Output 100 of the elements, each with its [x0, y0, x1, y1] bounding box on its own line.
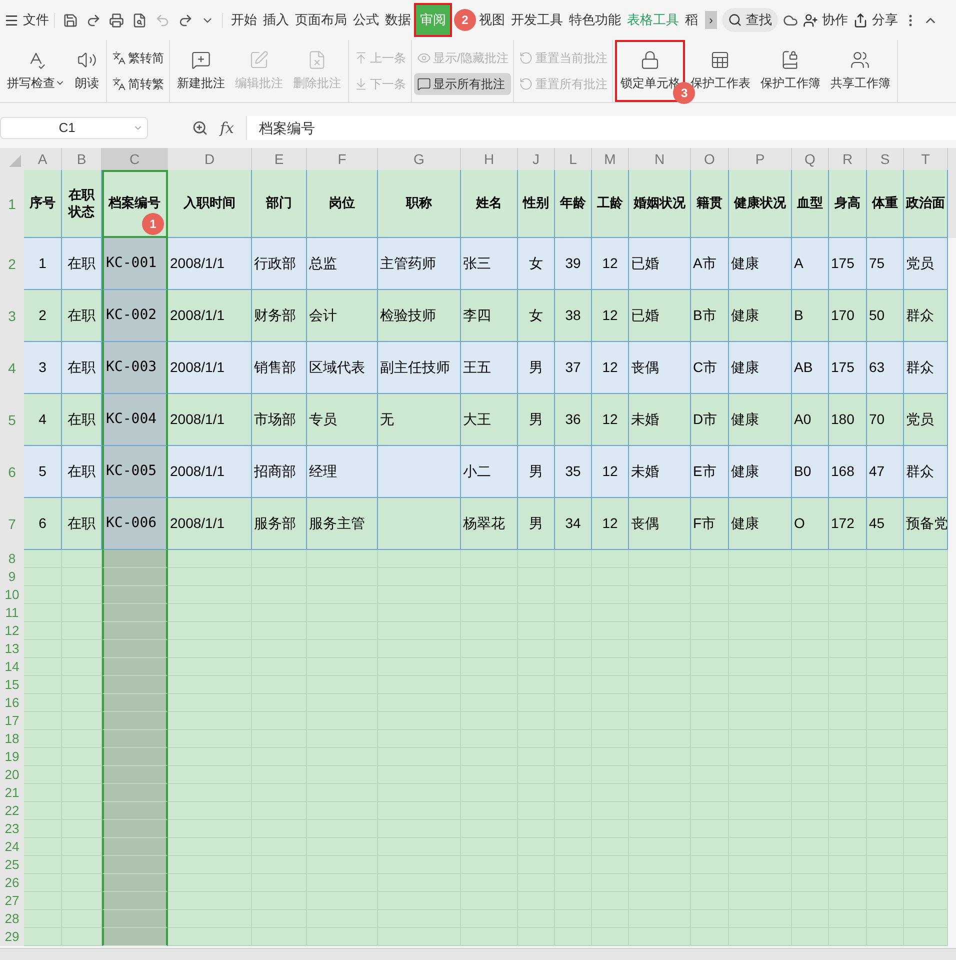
ribbon-tab[interactable]: 视图 [476, 10, 508, 30]
table-cell: 男 [518, 394, 555, 446]
step-number-badge: 1 [142, 213, 164, 235]
row-number[interactable]: 7 [0, 498, 24, 550]
step-number-badge: 2 [454, 9, 476, 31]
ribbon-tab[interactable]: 审阅 [414, 3, 452, 37]
row-number[interactable]: 12 [0, 622, 24, 640]
row-number[interactable]: 18 [0, 730, 24, 748]
table-cell: 180 [829, 394, 867, 446]
row-number[interactable]: 9 [0, 568, 24, 586]
row-number[interactable]: 15 [0, 676, 24, 694]
table-cell: 王五 [461, 342, 518, 394]
table-cell: 3 [24, 342, 62, 394]
table-cell: 财务部 [252, 290, 307, 342]
row-number[interactable]: 13 [0, 640, 24, 658]
row-number[interactable]: 21 [0, 784, 24, 802]
table-cell: 大王 [461, 394, 518, 446]
table-cell: 在职 [62, 498, 102, 550]
table-cell: B [792, 290, 829, 342]
table-cell: 37 [555, 342, 592, 394]
header-cell: 序号 [24, 170, 62, 238]
row-number[interactable]: 28 [0, 910, 24, 928]
row-number[interactable]: 6 [0, 446, 24, 498]
ribbon-button[interactable]: 共享工作簿 [825, 40, 896, 102]
table-cell: 38 [555, 290, 592, 342]
header-cell: 部门 [252, 170, 307, 238]
table-cell: 在职 [62, 238, 102, 290]
table-cell: 45 [867, 498, 904, 550]
name-box[interactable]: C1 [0, 117, 148, 139]
row-number[interactable]: 10 [0, 586, 24, 604]
row-number[interactable]: 11 [0, 604, 24, 622]
row-number[interactable]: 5 [0, 394, 24, 446]
row-number[interactable]: 27 [0, 892, 24, 910]
table-cell: 12 [592, 290, 629, 342]
table-cell: 招商部 [252, 446, 307, 498]
ribbon-tab[interactable]: 公式 [350, 10, 382, 30]
table-cell: 39 [555, 238, 592, 290]
table-cell: 女 [518, 238, 555, 290]
ribbon-button[interactable]: 拼写检查 [2, 40, 70, 102]
header-cell: 血型 [792, 170, 829, 238]
ribbon-tab[interactable]: 稻 [682, 10, 701, 30]
row-number[interactable]: 17 [0, 712, 24, 730]
table-cell: 健康 [729, 498, 792, 550]
table-cell: 党员 [904, 394, 948, 446]
row-number[interactable]: 14 [0, 658, 24, 676]
ribbon-button[interactable]: 繁转简 [109, 47, 167, 69]
ribbon-tab[interactable]: 数据 [382, 10, 414, 30]
ribbon-button[interactable]: 新建批注 [172, 40, 230, 102]
table-cell: 在职 [62, 394, 102, 446]
table-cell: 63 [867, 342, 904, 394]
table-cell: C市 [691, 342, 729, 394]
table-cell: 12 [592, 238, 629, 290]
row-number[interactable]: 4 [0, 342, 24, 394]
table-cell: F市 [691, 498, 729, 550]
row-number[interactable]: 26 [0, 874, 24, 892]
share-button[interactable]: 分享 [853, 10, 898, 30]
header-cell: 入职时间 [168, 170, 252, 238]
row-number[interactable]: 16 [0, 694, 24, 712]
row-number[interactable]: 22 [0, 802, 24, 820]
table-cell: 副主任技师 [378, 342, 461, 394]
row-number[interactable]: 2 [0, 238, 24, 290]
row-number[interactable]: 19 [0, 748, 24, 766]
collaborate-button[interactable]: 协作 [803, 10, 848, 30]
row-number[interactable]: 20 [0, 766, 24, 784]
column-header[interactable]: C [102, 148, 168, 170]
ribbon-tab[interactable]: 开始 [228, 10, 260, 30]
header-cell: 体重 [867, 170, 904, 238]
table-cell: D市 [691, 394, 729, 446]
table-cell: 男 [518, 446, 555, 498]
ribbon-button[interactable]: 简转繁 [109, 73, 167, 95]
table-cell: 男 [518, 342, 555, 394]
search-button[interactable]: 查找 [722, 8, 778, 32]
table-cell: 市场部 [252, 394, 307, 446]
ribbon-button[interactable]: 显示所有批注 [414, 73, 512, 95]
table-cell: 70 [867, 394, 904, 446]
row-number[interactable]: 3 [0, 290, 24, 342]
row-number[interactable]: 8 [0, 550, 24, 568]
ribbon-button[interactable]: 保护工作簿 [755, 40, 826, 102]
row-number[interactable]: 29 [0, 928, 24, 946]
ribbon-tab[interactable]: 页面布局 [292, 10, 350, 30]
ribbon-tab[interactable]: 插入 [260, 10, 292, 30]
function-button[interactable]: fx [220, 116, 234, 140]
row-number[interactable]: 23 [0, 820, 24, 838]
row-number[interactable]: 24 [0, 838, 24, 856]
table-cell: 健康 [729, 394, 792, 446]
file-menu-button[interactable]: 文件 [4, 10, 49, 30]
formula-field[interactable]: 档案编号 [246, 116, 956, 140]
table-cell: 2008/1/1 [168, 290, 252, 342]
ribbon-tab[interactable]: 特色功能 [566, 10, 624, 30]
table-cell: 2008/1/1 [168, 342, 252, 394]
row-number[interactable]: 25 [0, 856, 24, 874]
ribbon-tab[interactable]: 表格工具 [624, 10, 682, 30]
ribbon-tab[interactable]: 开发工具 [508, 10, 566, 30]
more-tabs-button[interactable]: › [705, 11, 717, 29]
table-cell: 未婚 [629, 394, 691, 446]
table-cell: A [792, 238, 829, 290]
table-cell: 群众 [904, 446, 948, 498]
ribbon-button[interactable]: 朗读 [70, 40, 104, 102]
table-cell: 会计 [307, 290, 378, 342]
table-cell: KC-005 [102, 446, 168, 498]
